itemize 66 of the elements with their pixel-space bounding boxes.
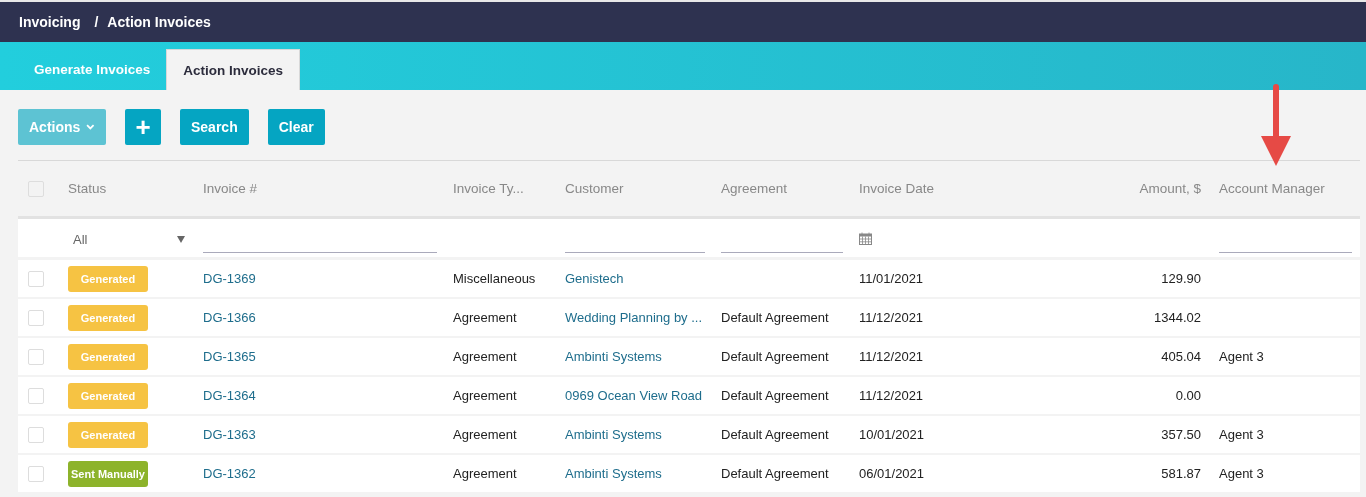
account-manager-cell: Agent 3: [1219, 349, 1264, 364]
customer-link[interactable]: 0969 Ocean View Road: [565, 388, 703, 403]
invoice-type-cell: Agreement: [453, 388, 517, 403]
invoice-type-cell: Agreement: [453, 349, 517, 364]
row-checkbox[interactable]: [28, 309, 44, 326]
column-header[interactable]: Status: [68, 181, 107, 196]
invoice-number-link[interactable]: DG-1366: [203, 310, 256, 325]
invoice-type-cell: Agreement: [453, 427, 517, 442]
agreement-cell: Default Agreement: [721, 466, 829, 481]
status-tag: Generated: [68, 265, 148, 292]
breadcrumb-item: Action Invoices: [107, 14, 211, 30]
status-tag: Generated: [68, 421, 148, 448]
invoice-date-cell: 10/01/2021: [859, 427, 925, 442]
row-checkbox[interactable]: [28, 348, 44, 365]
customer-link[interactable]: Ambinti Systems: [565, 349, 662, 364]
status-filter-dropdown[interactable]: All: [68, 232, 187, 253]
status-tag: Sent Manually: [68, 460, 148, 487]
dropdown-triangle-icon: [177, 236, 185, 243]
breadcrumb-item[interactable]: Invoicing: [19, 14, 81, 30]
invoice-date-cell: 11/01/2021: [859, 271, 924, 286]
amount-cell: 1344.02: [1154, 310, 1201, 325]
column-header[interactable]: Account Manager: [1219, 181, 1325, 196]
column-header[interactable]: Agreement: [721, 181, 788, 196]
agreement-cell: Default Agreement: [721, 349, 829, 364]
row-checkbox[interactable]: [28, 465, 44, 482]
invoice-date-cell: 11/12/2021: [859, 388, 924, 403]
row-checkbox[interactable]: [28, 426, 44, 443]
agreement-cell: Default Agreement: [721, 388, 829, 403]
invoice-date-cell: 11/12/2021: [859, 349, 924, 364]
column-header[interactable]: Invoice Ty...: [453, 181, 524, 196]
invoice-number-link[interactable]: DG-1364: [203, 388, 256, 403]
invoice-date-cell: 06/01/2021: [859, 466, 925, 481]
column-header[interactable]: Invoice #: [203, 181, 258, 196]
invoice-number-link[interactable]: DG-1363: [203, 427, 256, 442]
amount-cell: 405.04: [1161, 349, 1201, 364]
customer-link[interactable]: Ambinti Systems: [565, 427, 662, 442]
amount-cell: 357.50: [1161, 427, 1201, 442]
invoice-type-cell: Miscellaneous: [453, 271, 536, 286]
tab[interactable]: Action Invoices: [166, 49, 301, 90]
invoice-type-cell: Agreement: [453, 466, 517, 481]
column-header[interactable]: Amount, $: [1139, 181, 1201, 196]
invoice-date-cell: 11/12/2021: [859, 310, 924, 325]
invoice-number-link[interactable]: DG-1362: [203, 466, 256, 481]
invoice-number-link[interactable]: DG-1369: [203, 271, 256, 286]
status-tag: Generated: [68, 343, 148, 370]
customer-link[interactable]: Ambinti Systems: [565, 466, 662, 481]
column-header[interactable]: Customer: [565, 181, 624, 196]
customer-link[interactable]: Genistech: [565, 271, 624, 286]
calendar-icon[interactable]: [859, 232, 872, 245]
account-manager-cell: Agent 3: [1219, 427, 1264, 442]
row-checkbox[interactable]: [28, 270, 44, 287]
breadcrumb-separator: /: [94, 14, 99, 30]
amount-cell: 581.87: [1161, 466, 1201, 481]
customer-link[interactable]: Wedding Planning by ...: [565, 310, 703, 325]
status-tag: Generated: [68, 382, 148, 409]
row-checkbox[interactable]: [28, 387, 44, 404]
status-tag: Generated: [68, 304, 148, 331]
chevron-down-icon: [86, 123, 95, 131]
amount-cell: 0.00: [1175, 388, 1201, 403]
account-manager-cell: Agent 3: [1219, 466, 1264, 481]
amount-cell: 129.90: [1161, 271, 1201, 286]
invoice-type-cell: Agreement: [453, 310, 517, 325]
column-header[interactable]: Invoice Date: [859, 181, 935, 196]
agreement-cell: Default Agreement: [721, 427, 829, 442]
agreement-cell: Default Agreement: [721, 310, 829, 325]
invoice-number-link[interactable]: DG-1365: [203, 349, 256, 364]
